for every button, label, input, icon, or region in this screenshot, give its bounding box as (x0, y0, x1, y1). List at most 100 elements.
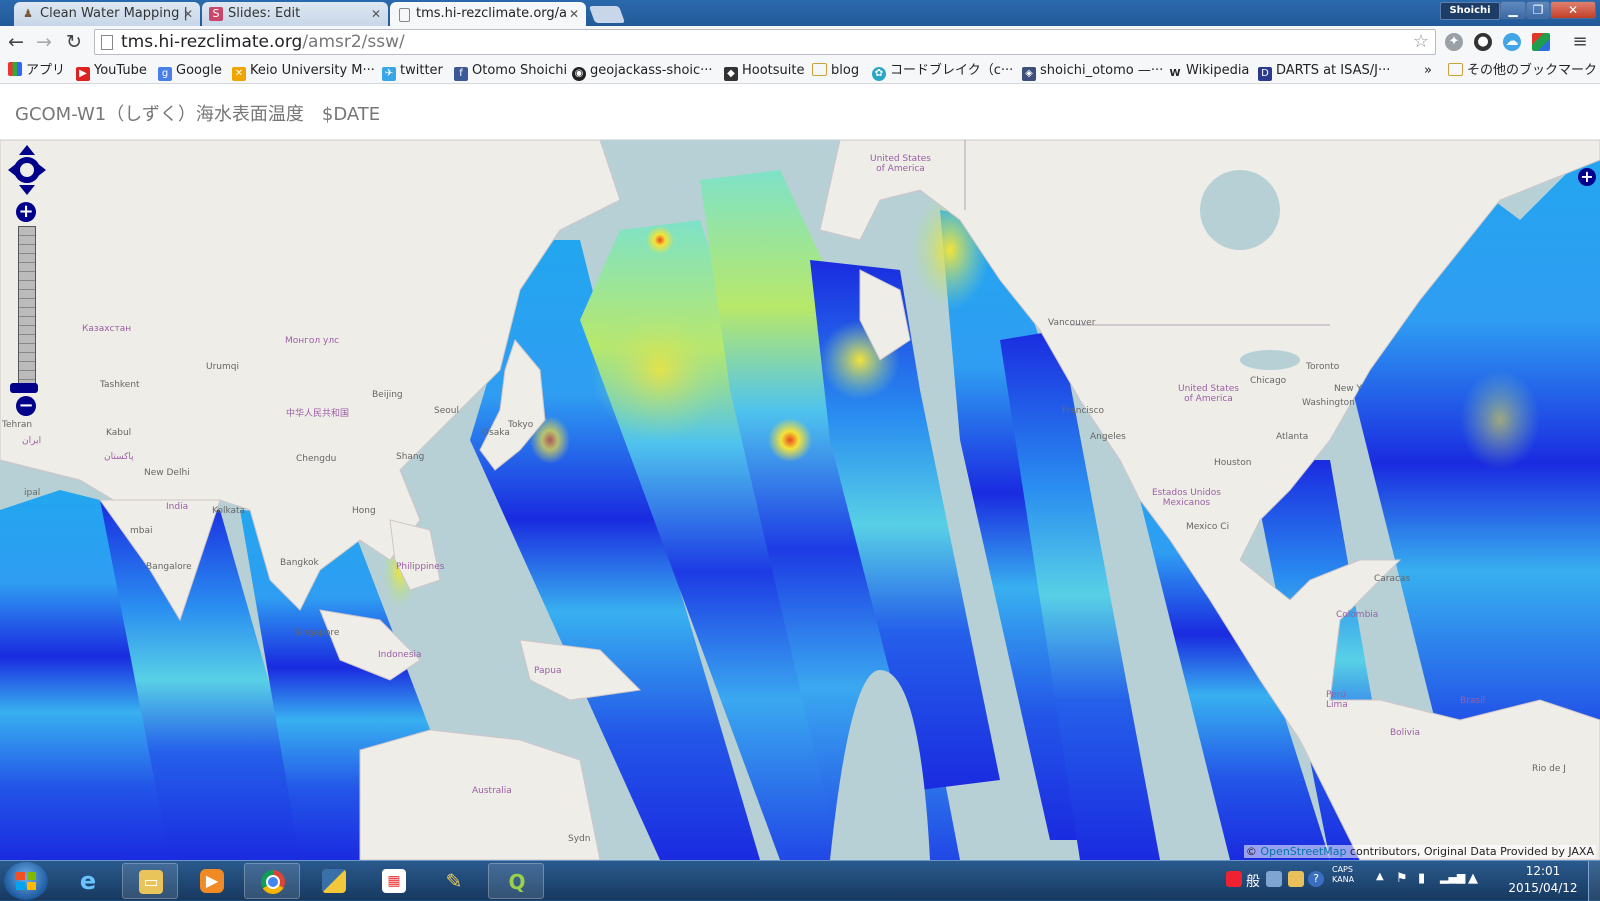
tray-security-icon[interactable] (1226, 871, 1242, 887)
pan-control-icon[interactable] (8, 145, 46, 195)
map-label: Atlanta (1276, 432, 1309, 442)
tiles-icon: ▦ (382, 869, 406, 893)
zoom-slider[interactable] (18, 226, 36, 388)
warm-patch (1460, 370, 1540, 470)
openstreetmap-link[interactable]: OpenStreetMap (1260, 845, 1346, 858)
clock-time: 12:01 (1525, 864, 1561, 878)
forward-arrow-icon[interactable]: → (32, 30, 56, 54)
bookmark-twitter[interactable]: ✈ twitter (382, 62, 443, 81)
taskbar-explorer[interactable]: ▭ (122, 863, 178, 899)
tab-close-icon[interactable]: ✕ (371, 2, 381, 26)
bookmark-darts[interactable]: D DARTS at ISAS/J··· (1258, 62, 1390, 81)
bookmark-label: Hootsuite (742, 63, 805, 78)
zoom-out-button[interactable]: − (16, 396, 36, 416)
taskbar-ie[interactable]: e (60, 863, 116, 899)
attribution-prefix: © (1245, 845, 1261, 858)
map-canvas (0, 140, 1600, 860)
bookmark-otomo-shoichi[interactable]: f Otomo Shoichi (454, 62, 567, 81)
tray-expand-icon[interactable]: ▲ (1376, 871, 1384, 882)
bookmark-codebreak[interactable]: ✿ コードブレイク（c··· (872, 62, 1013, 81)
tab-clean-water-mapping[interactable]: ♟ Clean Water Mapping | ✕ (14, 2, 200, 26)
url-text[interactable]: tms.hi-rezclimate.org/amsr2/ssw/ (121, 30, 405, 54)
taskbar-apps[interactable]: ▦ (366, 863, 422, 899)
start-button[interactable] (4, 862, 48, 900)
folder-icon (812, 63, 827, 76)
bookmark-github[interactable]: ◉ geojackass-shoic··· (572, 62, 713, 81)
map-label: Angeles (1090, 432, 1126, 442)
profile-badge[interactable]: Shoichi (1440, 2, 1500, 20)
map-label: Bangalore (146, 562, 192, 572)
layer-switcher-button[interactable]: + (1578, 168, 1596, 186)
apps-icon (8, 62, 22, 76)
taskbar-python[interactable] (306, 863, 362, 899)
sea-surface-temperature-map[interactable]: United States of America Казахстан Монго… (0, 140, 1600, 860)
folder-icon (1448, 63, 1463, 76)
map-label: Mexico Ci (1186, 522, 1230, 532)
map-label: 中华人民共和国 (286, 409, 350, 419)
action-center-flag-icon[interactable]: ⚑ (1396, 871, 1408, 886)
taskbar-media-player[interactable]: ▶ (184, 863, 240, 899)
new-tab-button[interactable] (588, 6, 626, 23)
menu-icon[interactable]: ≡ (1568, 30, 1592, 54)
tab-title: Clean Water Mapping | (40, 6, 188, 21)
bookmark-google[interactable]: g Google (158, 62, 222, 81)
tab-close-icon[interactable]: ✕ (183, 2, 193, 26)
taskbar-chrome[interactable] (244, 863, 300, 899)
bookmarks-overflow-chevron-icon[interactable]: » (1424, 62, 1432, 80)
system-clock[interactable]: 12:01 2015/04/12 (1508, 863, 1578, 897)
page-icon (399, 8, 410, 22)
reload-icon[interactable]: ↻ (62, 30, 86, 54)
map-label: Colombia (1336, 610, 1379, 620)
bookmark-other-folder[interactable]: その他のブックマーク (1448, 62, 1597, 80)
tab-close-icon[interactable]: ✕ (569, 2, 579, 26)
taskbar-tool[interactable]: ✎ (426, 863, 482, 899)
map-label: Tokyo (508, 420, 534, 430)
map-label: Tehran (2, 420, 33, 430)
minimize-button[interactable]: ▁ (1500, 1, 1526, 19)
volume-icon[interactable]: ▲ (1468, 871, 1478, 886)
extension-lightbulb-icon[interactable]: ✦ (1445, 33, 1463, 51)
bookmark-star-icon[interactable]: ☆ (1413, 31, 1429, 52)
bookmark-blog[interactable]: blog (812, 62, 859, 80)
tray-ime-mode[interactable]: 般 (1246, 871, 1260, 891)
page-header: GCOM-W1（しずく）海水表面温度 $DATE (0, 84, 1600, 140)
map-label: ipal (24, 488, 41, 498)
bookmark-shoichi-otomo[interactable]: ◈ shoichi_otomo —··· (1022, 62, 1163, 81)
tray-ime-pad-icon[interactable] (1266, 871, 1282, 887)
map-label: ایران (22, 436, 42, 446)
show-desktop-button[interactable] (1588, 861, 1600, 901)
browser-toolbar: ← → ↻ tms.hi-rezclimate.org/amsr2/ssw/ ☆… (0, 26, 1600, 58)
taskbar-qgis[interactable]: Q (488, 863, 544, 899)
bookmark-label: YouTube (94, 63, 147, 78)
zoom-in-button[interactable]: + (16, 202, 36, 222)
bookmark-label: blog (831, 63, 860, 78)
network-signal-icon[interactable]: ▂▄▆ (1440, 871, 1465, 884)
bookmark-label: アプリ (26, 63, 66, 78)
python-icon (322, 869, 346, 893)
close-window-button[interactable]: ✕ (1550, 1, 1596, 19)
google-icon: g (158, 67, 172, 81)
tab-slides-edit[interactable]: S Slides: Edit ✕ (202, 2, 388, 26)
power-icon[interactable]: ▮ (1418, 871, 1425, 886)
bookmark-label: Wikipedia (1186, 63, 1250, 78)
extension-colorful-icon[interactable] (1532, 33, 1550, 51)
back-arrow-icon[interactable]: ← (4, 30, 28, 54)
bookmark-apps[interactable]: アプリ (8, 62, 65, 80)
internet-explorer-icon: e (79, 867, 97, 895)
extension-globe-icon[interactable]: ● (1474, 33, 1492, 51)
maximize-button[interactable]: ❐ (1526, 1, 1550, 19)
bookmark-wikipedia[interactable]: W Wikipedia (1168, 62, 1249, 80)
tray-folder-icon[interactable] (1288, 871, 1304, 887)
tab-tms-hi-rezclimate[interactable]: tms.hi-rezclimate.org/a ✕ (390, 2, 586, 26)
extension-cloud-icon[interactable]: ☁ (1503, 33, 1521, 51)
bookmark-label: twitter (400, 63, 443, 78)
map-label: پاکستان (104, 452, 134, 462)
zoom-slider-handle[interactable] (10, 383, 38, 393)
address-bar[interactable]: tms.hi-rezclimate.org/amsr2/ssw/ ☆ (94, 29, 1436, 55)
map-label: Urumqi (206, 362, 239, 372)
map-label: Toronto (1306, 362, 1340, 372)
bookmark-hootsuite[interactable]: ◆ Hootsuite (724, 62, 805, 81)
tray-help-icon[interactable]: ? (1308, 871, 1324, 887)
bookmark-youtube[interactable]: ▶ YouTube (76, 62, 147, 81)
bookmark-keio[interactable]: ✕ Keio University M··· (232, 62, 375, 81)
